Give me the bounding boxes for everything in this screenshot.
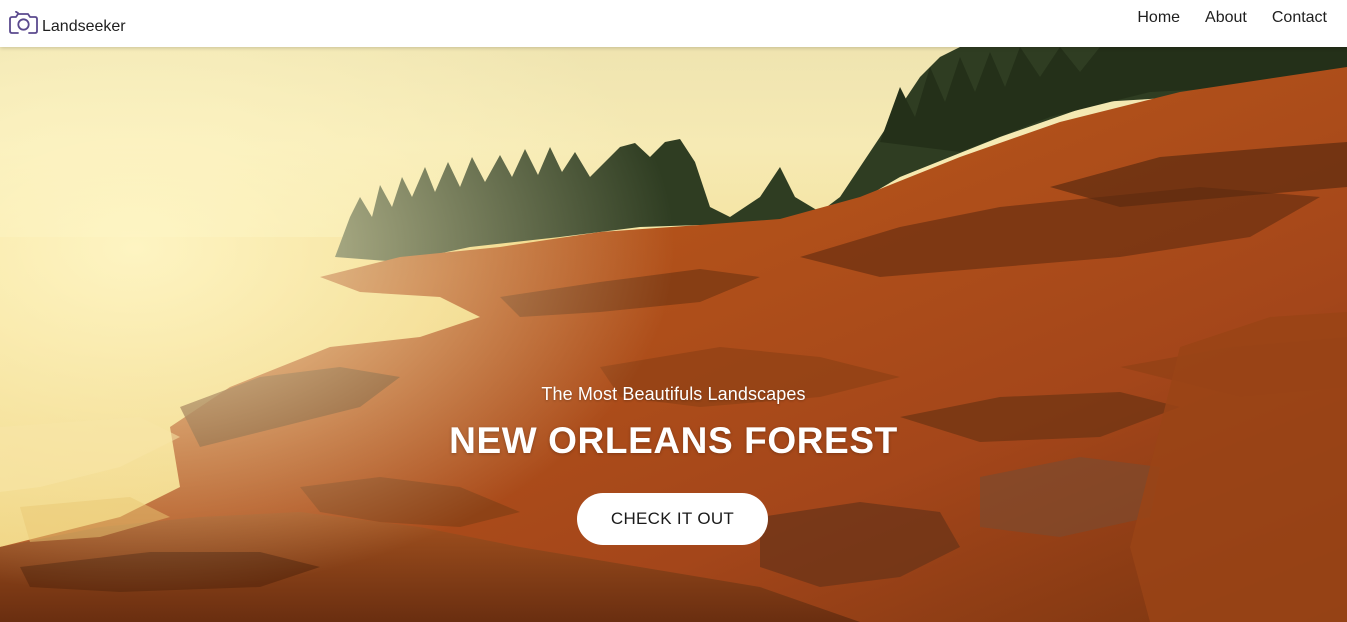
hero-section: The Most Beautifuls Landscapes NEW ORLEA… xyxy=(0,47,1347,622)
camera-icon xyxy=(9,11,38,34)
hero-title: NEW ORLEANS FOREST xyxy=(449,420,898,461)
hero-content: The Most Beautifuls Landscapes NEW ORLEA… xyxy=(0,47,1347,622)
main-nav: Home About Contact xyxy=(1137,9,1327,27)
brand-link[interactable]: Landseeker xyxy=(8,9,126,37)
nav-home[interactable]: Home xyxy=(1137,9,1180,27)
nav-about[interactable]: About xyxy=(1180,9,1247,27)
nav-contact[interactable]: Contact xyxy=(1247,9,1327,27)
navbar: Landseeker Home About Contact xyxy=(0,0,1347,47)
brand-name: Landseeker xyxy=(42,18,126,35)
hero-subtitle: The Most Beautifuls Landscapes xyxy=(541,384,806,404)
check-it-out-button[interactable]: CHECK IT OUT xyxy=(577,493,768,545)
